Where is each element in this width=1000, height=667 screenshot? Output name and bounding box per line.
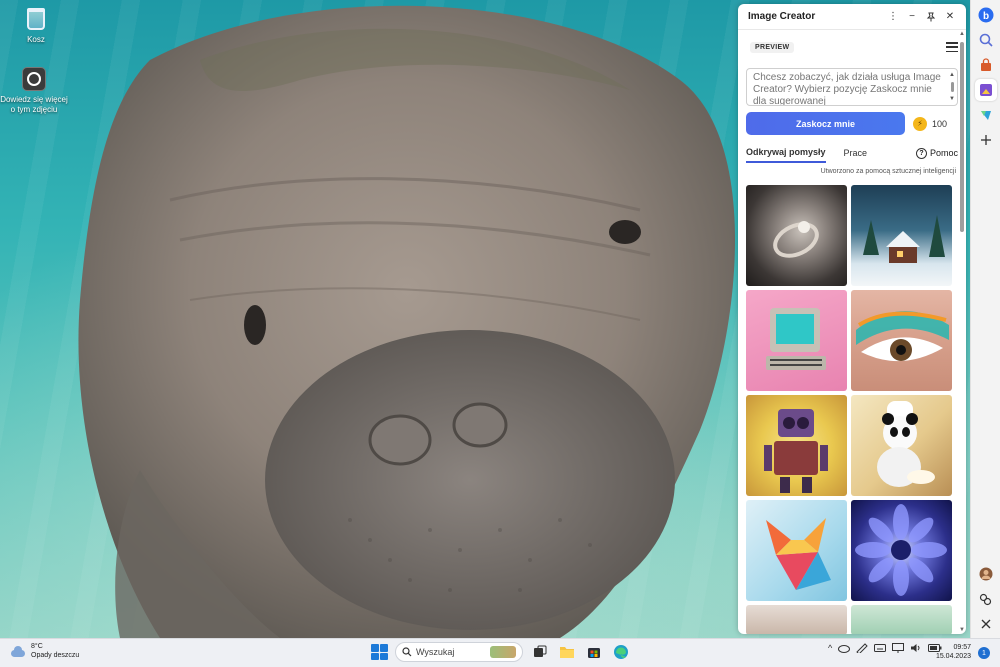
- ring-image[interactable]: [746, 185, 847, 286]
- settings-icon[interactable]: [975, 588, 997, 610]
- pen-icon[interactable]: [856, 643, 868, 653]
- system-tray: ^: [828, 643, 942, 653]
- action-row: Zaskocz mnie ⚡ 100: [746, 112, 958, 135]
- lily-pads-image[interactable]: [851, 605, 952, 634]
- search-icon: [402, 647, 412, 657]
- prompt-scrollbar[interactable]: ▲ ▼: [949, 72, 955, 102]
- boost-count: 100: [932, 118, 948, 129]
- panel-header: Image Creator ⋮ − ✕: [738, 4, 966, 30]
- help-link[interactable]: ? Pomoc: [915, 147, 958, 163]
- task-view-icon[interactable]: [530, 642, 550, 662]
- boost-coin-icon: ⚡: [913, 116, 927, 131]
- learn-about-photo-shortcut[interactable]: Dowiedz się więcej o tym zdjęciu: [0, 66, 70, 115]
- more-options-icon[interactable]: ⋮: [885, 9, 901, 25]
- taskbar-search-placeholder: Wyszukaj: [416, 647, 455, 657]
- ideas-gallery: [746, 185, 952, 634]
- food-image[interactable]: [746, 605, 847, 634]
- display-icon[interactable]: [892, 643, 905, 653]
- file-explorer-icon[interactable]: [557, 642, 577, 662]
- prompt-input[interactable]: Chcesz zobaczyć, jak działa usługa Image…: [746, 68, 958, 106]
- preview-badge: PREVIEW: [750, 41, 795, 53]
- drop-icon[interactable]: [975, 104, 997, 126]
- image-creator-panel: Image Creator ⋮ − ✕ PREVIEW Chcesz zobac…: [738, 4, 966, 634]
- retro-computer-image[interactable]: [746, 290, 847, 391]
- recycle-bin-icon: [23, 6, 49, 32]
- pin-icon[interactable]: [923, 9, 939, 25]
- bing-icon[interactable]: b: [975, 4, 997, 26]
- keyboard-icon[interactable]: [874, 643, 887, 653]
- scroll-thumb[interactable]: [960, 42, 964, 232]
- close-sidebar-icon[interactable]: [975, 613, 997, 635]
- surprise-me-button[interactable]: Zaskocz mnie: [746, 112, 905, 135]
- temperature: 8°C: [31, 643, 43, 650]
- weather-condition: Opady deszczu: [31, 652, 80, 659]
- prompt-placeholder: Chcesz zobaczyć, jak działa usługa Image…: [753, 72, 941, 106]
- tab-creations[interactable]: Prace: [844, 148, 868, 162]
- hamburger-menu-icon[interactable]: [946, 42, 958, 52]
- minimize-icon[interactable]: −: [904, 9, 920, 25]
- robot-image[interactable]: [746, 395, 847, 496]
- ai-generated-note: Utworzono za pomocą sztucznej inteligenc…: [820, 168, 956, 175]
- paper-fox-image[interactable]: [746, 500, 847, 601]
- tab-explore-ideas[interactable]: Odkrywaj pomysły: [746, 147, 826, 163]
- speaker-icon[interactable]: [910, 643, 922, 653]
- close-panel-icon[interactable]: ✕: [942, 9, 958, 25]
- scroll-up-icon[interactable]: ▲: [959, 30, 965, 38]
- spotlight-info-icon: [21, 66, 47, 92]
- notification-badge[interactable]: 1: [978, 647, 990, 659]
- search-icon[interactable]: [975, 29, 997, 51]
- clock-date: 15.04.2023: [935, 653, 971, 660]
- help-icon: ?: [915, 147, 927, 159]
- winter-cabin-image[interactable]: [851, 185, 952, 286]
- avatar-icon[interactable]: [975, 563, 997, 585]
- chevron-up-icon[interactable]: ^: [828, 643, 832, 653]
- taskbar-search[interactable]: Wyszukaj: [395, 642, 523, 662]
- taskbar-center: Wyszukaj: [370, 642, 631, 662]
- shopping-icon[interactable]: [975, 54, 997, 76]
- scroll-down-icon[interactable]: ▼: [959, 626, 965, 634]
- eye-makeup-image[interactable]: [851, 290, 952, 391]
- recycle-bin-shortcut[interactable]: Kosz: [0, 6, 72, 45]
- onedrive-icon[interactable]: [838, 643, 851, 653]
- clock-time: 09:57: [953, 644, 971, 651]
- image-creator-icon[interactable]: [974, 79, 997, 101]
- learn-about-photo-label: Dowiedz się więcej o tym zdjęciu: [0, 95, 68, 114]
- manatee-photo: [78, 5, 735, 638]
- blue-flower-image[interactable]: [851, 500, 952, 601]
- edge-browser-icon[interactable]: [611, 642, 631, 662]
- rain-cloud-icon: [10, 645, 26, 657]
- panel-scrollbar[interactable]: ▲ ▼: [958, 30, 966, 634]
- svg-text:b: b: [983, 11, 989, 22]
- start-button[interactable]: [370, 643, 388, 661]
- recycle-bin-label: Kosz: [27, 35, 45, 44]
- add-icon[interactable]: [975, 129, 997, 151]
- panda-chef-image[interactable]: [851, 395, 952, 496]
- preview-row: PREVIEW: [738, 30, 966, 64]
- weather-widget[interactable]: 8°C Opady deszczu: [10, 642, 79, 660]
- search-highlight-image: [490, 646, 516, 658]
- store-icon[interactable]: [584, 642, 604, 662]
- help-label: Pomoc: [929, 148, 958, 158]
- taskbar: 8°C Opady deszczu Wyszukaj ^ 09:57 15.04…: [0, 638, 1000, 667]
- edge-sidebar: b: [970, 0, 1000, 638]
- panel-tabs: Odkrywaj pomysły Prace ? Pomoc: [746, 145, 958, 165]
- clock[interactable]: 09:57 15.04.2023: [935, 643, 971, 661]
- panel-title: Image Creator: [748, 11, 816, 22]
